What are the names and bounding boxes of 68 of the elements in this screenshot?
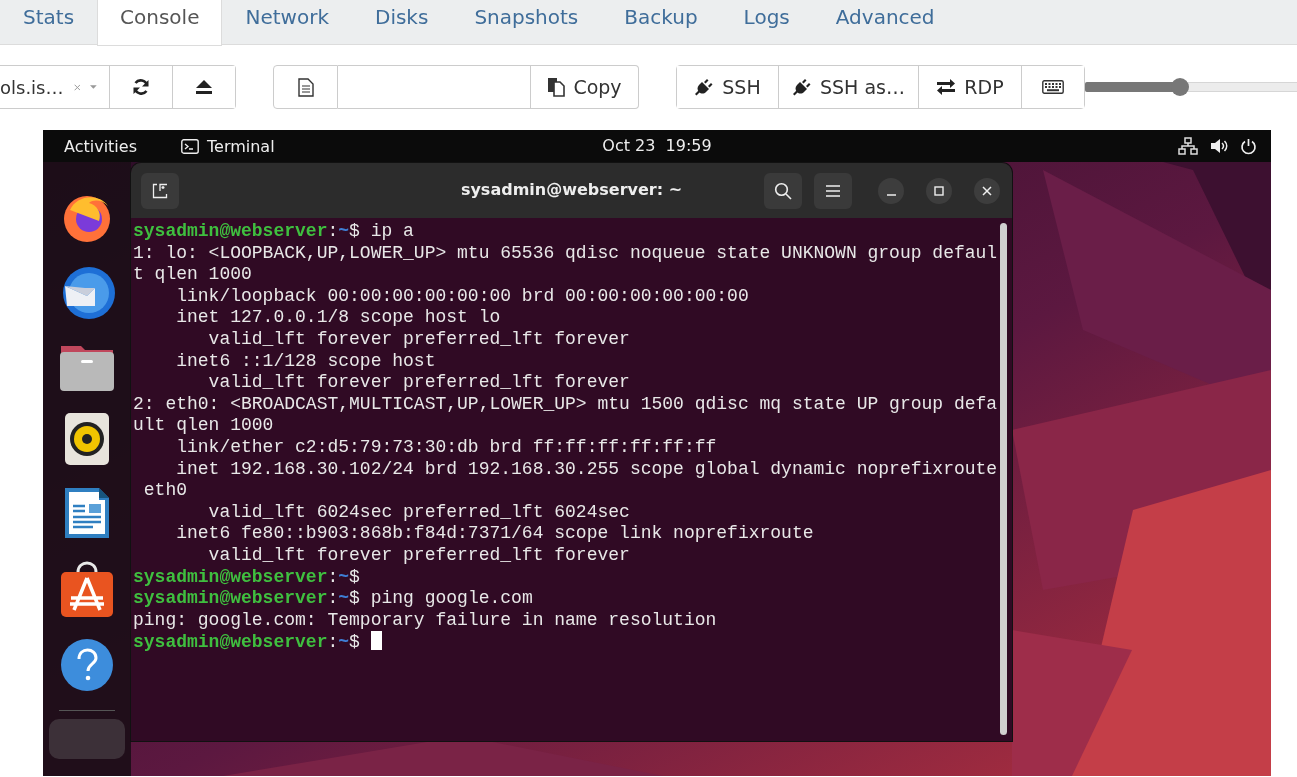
terminal-line: 2: eth0: <BROADCAST,MULTICAST,UP,LOWER_UP> mtu 1500 qdisc mq state UP group defa xyxy=(133,393,999,416)
swap-arrows-icon xyxy=(936,78,957,96)
eject-button[interactable] xyxy=(172,66,235,108)
tab[interactable]: Console xyxy=(97,0,223,46)
file-button[interactable] xyxy=(273,65,338,109)
tab[interactable]: Disks xyxy=(352,0,452,45)
activities-button[interactable]: Activities xyxy=(64,136,137,156)
terminal-line: 1: lo: <LOOPBACK,UP,LOWER_UP> mtu 65536 qdisc noqueue state UNKNOWN group defaul xyxy=(133,242,999,265)
scale-slider[interactable] xyxy=(1085,77,1297,97)
close-icon xyxy=(982,185,992,196)
terminal-line: t qlen 1000 xyxy=(133,264,253,286)
copy-button[interactable]: Copy xyxy=(531,65,639,109)
terminal-line: sysadmin@webserver:~$ xyxy=(133,566,361,589)
power-icon[interactable] xyxy=(1240,137,1257,155)
tab[interactable]: Network xyxy=(222,0,352,45)
terminal-line: sysadmin@webserver:~$ ip a xyxy=(133,221,415,243)
search-button[interactable] xyxy=(764,172,802,209)
terminal-line: inet6 ::1/128 scope host xyxy=(175,350,437,373)
menu-button[interactable] xyxy=(814,172,852,209)
terminal-line: inet 127.0.0.1/8 scope host lo xyxy=(175,307,502,329)
terminal-icon xyxy=(181,138,199,154)
terminal-line: valid_lft forever preferred_lft forever xyxy=(207,544,631,567)
text-field[interactable] xyxy=(338,65,531,109)
refresh-icon xyxy=(132,78,150,96)
terminal-line: valid_lft forever preferred_lft forever xyxy=(207,372,631,394)
copy-icon xyxy=(547,77,566,97)
search-icon xyxy=(774,181,792,200)
document-icon xyxy=(297,77,314,97)
minimize-button[interactable] xyxy=(878,177,904,204)
eject-icon xyxy=(195,79,213,95)
tab[interactable]: Stats xyxy=(0,0,98,45)
plug-icon xyxy=(792,77,812,97)
terminal-line: sysadmin@webserver:~$ xyxy=(133,631,1012,654)
close-button[interactable] xyxy=(974,177,1000,204)
minimize-icon xyxy=(886,193,896,196)
new-tab-icon xyxy=(152,182,168,199)
terminal-line: inet6 fe80::b903:868b:f84d:7371/64 scope link noprefixroute xyxy=(175,523,815,545)
tab[interactable]: Logs xyxy=(720,0,813,45)
new-tab-button[interactable] xyxy=(141,172,179,209)
tab[interactable]: Snapshots xyxy=(451,0,602,45)
terminal-line: valid_lft 6024sec preferred_lft 6024sec xyxy=(207,501,631,524)
app-menu[interactable]: Terminal xyxy=(207,136,275,156)
plug-icon xyxy=(694,77,715,97)
terminal-line: valid_lft forever preferred_lft forever xyxy=(207,328,631,351)
terminal-line: link/loopback 00:00:00:00:00:00 brd 00:00:00:00:00:00 xyxy=(175,285,750,308)
keyboard-button[interactable] xyxy=(1021,66,1084,108)
maximize-icon xyxy=(934,185,944,196)
speaker-icon[interactable] xyxy=(64,412,110,466)
document-icon[interactable] xyxy=(63,486,111,540)
maximize-button[interactable] xyxy=(926,177,952,204)
caret-icon xyxy=(90,84,97,90)
menu-icon xyxy=(826,184,840,197)
tab[interactable]: Backup xyxy=(601,0,721,45)
tab[interactable]: Advanced xyxy=(812,0,958,45)
terminal-line: ult qlen 1000 xyxy=(133,415,275,437)
network-icon[interactable] xyxy=(1178,137,1198,155)
terminal-line: eth0 xyxy=(142,480,188,502)
window-title: sysadmin@webserver: ~ xyxy=(460,180,683,199)
keyboard-icon xyxy=(1042,80,1064,94)
terminal-line: link/ether c2:d5:79:73:30:db brd ff:ff:ff:ff:ff:ff xyxy=(175,436,718,459)
scrollbar[interactable] xyxy=(1000,223,1007,735)
clock[interactable]: Oct 23 19:59 xyxy=(602,136,712,155)
volume-icon[interactable] xyxy=(1210,138,1228,154)
help-icon[interactable] xyxy=(60,638,114,692)
terminal-line: ping: google.com: Temporary failure in name resolution xyxy=(133,609,718,632)
shopping-bag-icon[interactable] xyxy=(60,560,114,618)
terminal-line: inet 192.168.30.102/24 brd 192.168.30.255 scope global dynamic noprefixroute xyxy=(175,458,999,481)
terminal-line: sysadmin@webserver:~$ ping google.com xyxy=(133,588,534,610)
